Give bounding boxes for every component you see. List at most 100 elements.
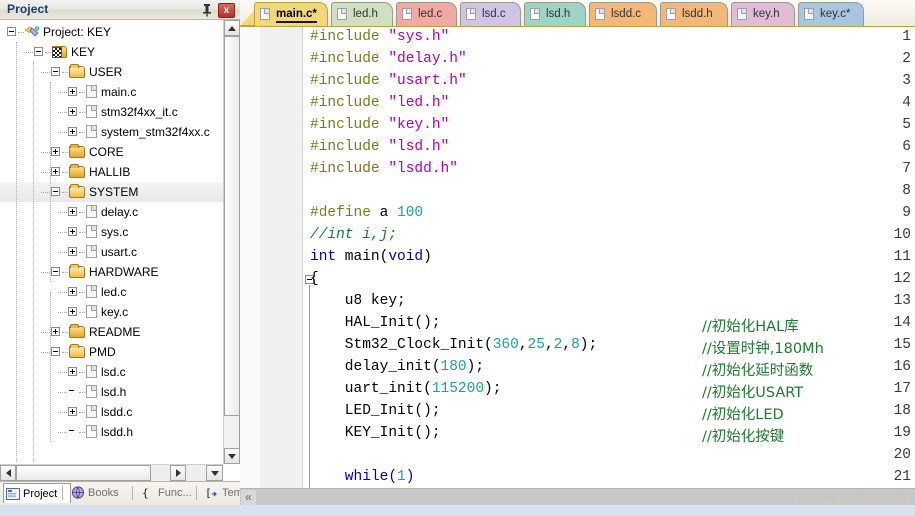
collapse-icon[interactable] (51, 67, 60, 77)
expand-icon[interactable] (68, 247, 77, 257)
code-token: 100 (397, 205, 424, 221)
scroll-thumb-horizontal[interactable] (16, 465, 151, 481)
editor-tab-led-h[interactable]: led.h (331, 2, 393, 26)
close-icon[interactable]: x (218, 3, 235, 18)
collapse-icon[interactable] (51, 347, 60, 357)
code-line[interactable]: //int i,j; (310, 227, 397, 243)
tree-item-stm32f4xx-it-c[interactable]: stm32f4xx_it.c (0, 102, 239, 122)
tree-item-readme[interactable]: README (0, 322, 239, 342)
tree-item-lsd-c[interactable]: lsd.c (0, 362, 239, 382)
expand-icon[interactable] (68, 127, 77, 137)
code-line[interactable]: KEY_Init(); (310, 425, 441, 441)
editor-tab-key-c[interactable]: key.c* (798, 2, 864, 26)
tree-item-lsd-h[interactable]: lsd.h (0, 382, 239, 402)
tree-item-key[interactable]: KEY (0, 42, 239, 62)
collapse-icon[interactable] (51, 267, 60, 277)
tree-item-sys-c[interactable]: sys.c (0, 222, 239, 242)
tree-item-system-stm32f4xx-c[interactable]: system_stm32f4xx.c (0, 122, 239, 142)
code-line[interactable]: #define a 100 (310, 205, 423, 221)
code-token: , (518, 337, 528, 353)
tree-item-project-key[interactable]: Project: KEY (0, 22, 239, 42)
code-token: { (310, 271, 319, 287)
editor-tab-led-c[interactable]: led.c (396, 2, 457, 26)
expand-icon[interactable] (68, 287, 77, 297)
editor-tab-lsdd-c[interactable]: lsdd.c (589, 2, 657, 26)
code-editor[interactable]: 1 #include "sys.h" 2 #include "delay.h" 3 #in… (240, 26, 915, 488)
code-line[interactable]: Stm32_Clock_Init(360,25,2,8); (310, 337, 597, 353)
scroll-dropdown-button[interactable] (206, 465, 223, 481)
code-line[interactable]: #include "lsd.h" (310, 139, 449, 155)
tree-item-hallib[interactable]: HALLIB (0, 162, 239, 182)
line-number: 5 (902, 117, 911, 133)
editor-tab-lsdd-h[interactable]: lsdd.h (660, 2, 728, 26)
pin-icon[interactable] (200, 3, 214, 17)
project-tree-vertical-scrollbar[interactable] (223, 20, 240, 464)
code-token: 360 (492, 337, 519, 353)
code-line[interactable]: uart_init(115200); (310, 381, 502, 397)
inline-comment: //初始化延时函数 (702, 363, 814, 379)
project-tree-horizontal-scrollbar[interactable] (0, 464, 223, 481)
tree-item-main-c[interactable]: main.c (0, 82, 239, 102)
tree-item-lsdd-c[interactable]: lsdd.c (0, 402, 239, 422)
editor-tab-main-c[interactable]: main.c* (254, 2, 328, 26)
editor-tab-lsd-c[interactable]: lsd.c (460, 2, 521, 26)
expand-icon[interactable] (68, 207, 77, 217)
expand-icon[interactable] (68, 407, 77, 417)
expand-icon[interactable] (68, 107, 77, 117)
code-horizontal-scrollbar[interactable]: « (240, 488, 915, 505)
tree-connector (79, 412, 85, 414)
expand-icon[interactable] (51, 147, 60, 157)
tree-item-system[interactable]: SYSTEM (0, 182, 239, 202)
line-number: 11 (893, 249, 911, 265)
code-line[interactable]: #include "key.h" (310, 117, 449, 133)
code-line[interactable]: #include "delay.h" (310, 51, 467, 67)
expand-icon[interactable] (68, 367, 77, 377)
editor-tab-label: key.c* (820, 8, 851, 20)
pane-tab-project[interactable]: Project (3, 483, 71, 503)
expand-icon[interactable] (68, 307, 77, 317)
code-line[interactable]: #include "usart.h" (310, 73, 467, 89)
tree-item-core[interactable]: CORE (0, 142, 239, 162)
scroll-right-button[interactable] (170, 465, 186, 481)
tree-item-usart-c[interactable]: usart.c (0, 242, 239, 262)
collapse-icon[interactable] (7, 27, 16, 37)
editor-tab-lsd-h[interactable]: lsd.h (524, 2, 586, 26)
code-token: main( (336, 249, 389, 265)
tree-connector (58, 312, 67, 314)
code-line[interactable]: #include "led.h" (310, 95, 449, 111)
code-line[interactable]: #include "lsdd.h" (310, 161, 458, 177)
collapse-icon[interactable] (34, 47, 43, 57)
line-number: 19 (893, 425, 911, 441)
code-line[interactable]: int main(void) (310, 249, 432, 265)
scroll-thumb-vertical[interactable] (224, 36, 240, 416)
code-token: "key.h" (388, 117, 450, 133)
project-tree[interactable]: Project: KEY KEY USER main.c stm32f4xx_it.c s… (0, 20, 240, 464)
file-icon (86, 385, 97, 399)
expand-icon[interactable] (51, 327, 60, 337)
editor-tab-key-h[interactable]: key.h (731, 2, 795, 26)
editor-tabstrip[interactable]: main.c* led.h led.c lsd.c lsd.h lsdd.c lsdd.h k… (240, 0, 915, 26)
code-line[interactable]: { (310, 271, 319, 287)
tree-item-user[interactable]: USER (0, 62, 239, 82)
code-line[interactable]: HAL_Init(); (310, 315, 441, 331)
code-line[interactable]: u8 key; (310, 293, 406, 309)
scroll-left-button[interactable] (0, 465, 16, 481)
code-line[interactable]: delay_init(180); (310, 359, 484, 375)
tree-item-hardware[interactable]: HARDWARE (0, 262, 239, 282)
code-line[interactable]: while(1) (310, 469, 415, 485)
tree-item-lsdd-h[interactable]: lsdd.h (0, 422, 239, 442)
tree-item-key-c[interactable]: key.c (0, 302, 239, 322)
tree-item-led-c[interactable]: led.c (0, 282, 239, 302)
code-scroll-left-button[interactable]: « (241, 490, 256, 505)
expand-icon[interactable] (68, 87, 77, 97)
scroll-up-button[interactable] (224, 20, 240, 36)
scroll-down-button[interactable] (224, 448, 240, 464)
code-line[interactable]: LED_Init(); (310, 403, 441, 419)
code-line[interactable]: #include "sys.h" (310, 29, 449, 45)
tree-item-delay-c[interactable]: delay.c (0, 202, 239, 222)
pane-tab-books[interactable]: Books (69, 483, 141, 503)
collapse-icon[interactable] (51, 187, 60, 197)
expand-icon[interactable] (51, 167, 60, 177)
tree-item-pmd[interactable]: PMD (0, 342, 239, 362)
expand-icon[interactable] (68, 227, 77, 237)
